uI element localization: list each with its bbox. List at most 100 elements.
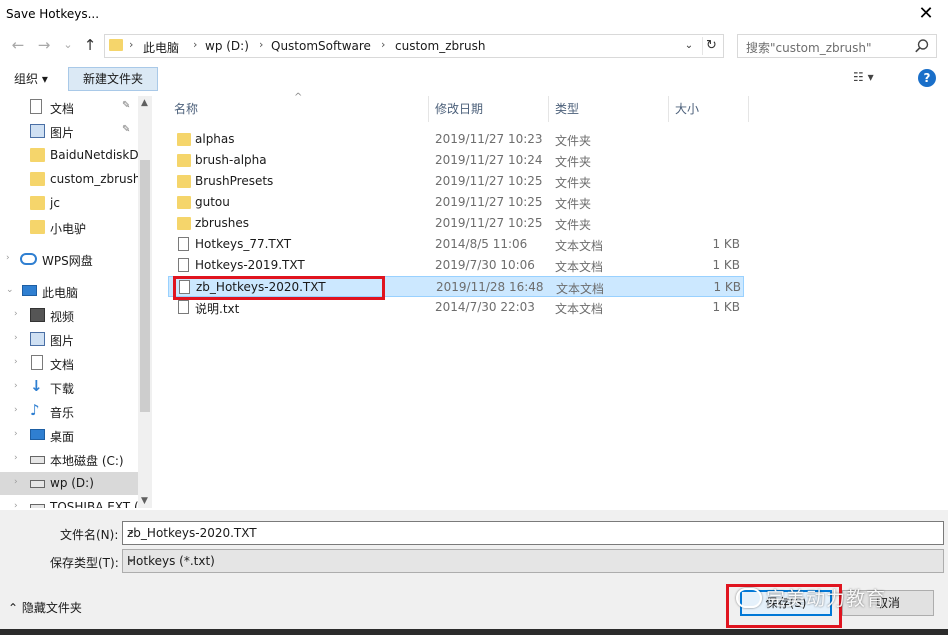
expand-icon[interactable]: › — [14, 405, 18, 415]
sidebar-item-music[interactable]: › ♪ 音乐 — [0, 400, 138, 423]
breadcrumb-custom-zbrush[interactable]: custom_zbrush — [395, 39, 486, 53]
address-bar[interactable]: › 此电脑 › wp (D:) › QustomSoftware › custo… — [104, 34, 724, 58]
navigation-scrollbar[interactable]: ▲ ▼ — [138, 96, 152, 508]
sidebar-item-wps-cloud[interactable]: › WPS网盘 — [0, 248, 138, 271]
file-name: Hotkeys-2019.TXT — [195, 258, 305, 272]
chevron-down-icon[interactable]: ⌄ — [127, 554, 939, 565]
help-icon[interactable]: ? — [918, 69, 936, 87]
filename-field[interactable]: zb_Hotkeys-2020.TXT ⌄ — [122, 521, 944, 545]
column-header-date[interactable]: 修改日期 — [429, 96, 549, 122]
recent-locations-icon[interactable]: ⌄ — [58, 35, 78, 55]
view-options-icon[interactable]: ☷ ▾ — [853, 70, 893, 88]
file-name: zbrushes — [195, 216, 249, 230]
table-row[interactable]: Hotkeys_77.TXT 2014/8/5 11:06 文本文档 1 KB — [168, 234, 744, 255]
sidebar-item-label: 图片 — [50, 126, 75, 140]
forward-arrow-icon[interactable]: → — [34, 35, 54, 55]
sidebar-item-label: 下载 — [50, 382, 75, 396]
pin-icon: ✎ — [122, 100, 131, 111]
back-arrow-icon[interactable]: ← — [8, 35, 28, 55]
scroll-up-icon[interactable]: ▲ — [141, 98, 148, 108]
chevron-right-icon[interactable]: › — [193, 38, 197, 51]
drive-icon — [30, 504, 45, 508]
file-date: 2019/7/30 10:06 — [435, 258, 535, 272]
sidebar-item-documents-quick[interactable]: 文档 ✎ — [0, 96, 138, 119]
expand-icon[interactable]: › — [14, 333, 18, 343]
chevron-right-icon[interactable]: › — [381, 38, 385, 51]
sidebar-item-custom-zbrush[interactable]: custom_zbrush — [0, 168, 141, 191]
column-header-name[interactable]: 名称 — [168, 96, 429, 122]
expand-icon[interactable]: › — [14, 477, 18, 487]
column-header-size[interactable]: 大小 — [669, 96, 749, 122]
chevron-right-icon[interactable]: › — [129, 38, 133, 51]
watermark-text: 完美动力教育 — [766, 588, 887, 610]
sidebar-item-jc[interactable]: jc — [0, 192, 138, 215]
breadcrumb-qustomsoftware[interactable]: QustomSoftware — [271, 39, 371, 53]
collapse-icon[interactable]: ⌄ — [6, 285, 14, 295]
title-bar: Save Hotkeys... ✕ — [0, 0, 948, 30]
sidebar-item-drive-d[interactable]: › wp (D:) — [0, 472, 138, 495]
refresh-icon[interactable]: ↻ — [702, 37, 720, 55]
file-date: 2014/7/30 22:03 — [435, 300, 535, 314]
sidebar-item-pictures-quick[interactable]: 图片 ✎ — [0, 120, 138, 143]
breadcrumb-drive-d[interactable]: wp (D:) — [205, 39, 249, 53]
expand-icon[interactable]: › — [14, 501, 18, 508]
column-header-type[interactable]: 类型 — [549, 96, 669, 122]
sidebar-item-desktop[interactable]: › 桌面 — [0, 424, 138, 447]
drive-icon — [30, 456, 45, 464]
sidebar-item-label: TOSHIBA EXT ( — [50, 500, 139, 508]
sidebar-item-pictures[interactable]: › 图片 — [0, 328, 138, 351]
file-name: brush-alpha — [195, 153, 267, 167]
file-type: 文本文档 — [555, 260, 604, 274]
scrollbar-thumb[interactable] — [140, 160, 150, 412]
scroll-down-icon[interactable]: ▼ — [141, 496, 148, 506]
file-name: alphas — [195, 132, 235, 146]
sidebar-item-baidunetdisk[interactable]: BaiduNetdiskD — [0, 144, 139, 167]
pictures-icon — [30, 124, 45, 138]
sidebar-item-documents[interactable]: › 文档 — [0, 352, 138, 375]
search-input[interactable]: 搜索"custom_zbrush" — [737, 34, 937, 58]
folder-icon — [109, 39, 123, 51]
close-icon[interactable]: ✕ — [914, 3, 938, 27]
chevron-down-icon[interactable]: ⌄ — [127, 526, 939, 537]
sidebar-item-this-pc[interactable]: ⌄ 此电脑 — [0, 280, 138, 303]
expand-icon[interactable]: › — [14, 381, 18, 391]
table-row[interactable]: gutou 2019/11/27 10:25 文件夹 — [168, 192, 744, 213]
expand-icon[interactable]: › — [14, 357, 18, 367]
table-row[interactable]: brush-alpha 2019/11/27 10:24 文件夹 — [168, 150, 744, 171]
file-type: 文本文档 — [555, 302, 604, 316]
expand-icon[interactable]: › — [6, 253, 10, 263]
sidebar-item-drive-c[interactable]: › 本地磁盘 (C:) — [0, 448, 138, 471]
document-icon — [31, 355, 43, 370]
cloud-icon — [20, 253, 37, 265]
file-date: 2019/11/28 16:48 — [436, 280, 544, 294]
expand-icon[interactable]: › — [14, 453, 18, 463]
command-toolbar: 组织 ▾ 新建文件夹 ☷ ▾ ? — [0, 64, 948, 95]
sidebar-item-videos[interactable]: › 视频 — [0, 304, 138, 327]
sidebar-item-toshiba[interactable]: › TOSHIBA EXT ( — [0, 496, 139, 508]
organize-button[interactable]: 组织 ▾ — [8, 68, 54, 90]
chevron-down-icon[interactable]: ⌄ — [681, 37, 697, 55]
breadcrumb-this-pc[interactable]: 此电脑 — [143, 39, 179, 56]
file-date: 2019/11/27 10:25 — [435, 216, 543, 230]
file-size: 1 KB — [712, 237, 740, 251]
sidebar-item-label: wp (D:) — [50, 476, 94, 490]
file-list: ^ 名称 修改日期 类型 大小 alphas 2019/11/27 10:23 … — [168, 92, 948, 508]
up-arrow-icon[interactable]: ↑ — [80, 35, 100, 55]
file-name: BrushPresets — [195, 174, 274, 188]
chevron-right-icon[interactable]: › — [259, 38, 263, 51]
file-type: 文件夹 — [555, 155, 592, 169]
search-icon[interactable] — [914, 38, 930, 54]
sidebar-item-downloads[interactable]: › ↓ 下载 — [0, 376, 138, 399]
table-row[interactable]: BrushPresets 2019/11/27 10:25 文件夹 — [168, 171, 744, 192]
new-folder-button[interactable]: 新建文件夹 — [68, 67, 158, 91]
table-row[interactable]: alphas 2019/11/27 10:23 文件夹 — [168, 129, 744, 150]
sidebar-item-xiaodianlv[interactable]: 小电驴 — [0, 216, 138, 239]
table-row[interactable]: Hotkeys-2019.TXT 2019/7/30 10:06 文本文档 1 … — [168, 255, 744, 276]
table-row[interactable]: zbrushes 2019/11/27 10:25 文件夹 — [168, 213, 744, 234]
filetype-select[interactable]: Hotkeys (*.txt) ⌄ — [122, 549, 944, 573]
expand-icon[interactable]: › — [14, 309, 18, 319]
folder-icon — [30, 220, 45, 234]
expand-icon[interactable]: › — [14, 429, 18, 439]
table-row[interactable]: 说明.txt 2014/7/30 22:03 文本文档 1 KB — [168, 297, 744, 318]
hide-folders-toggle[interactable]: ⌃ 隐藏文件夹 — [8, 599, 82, 616]
